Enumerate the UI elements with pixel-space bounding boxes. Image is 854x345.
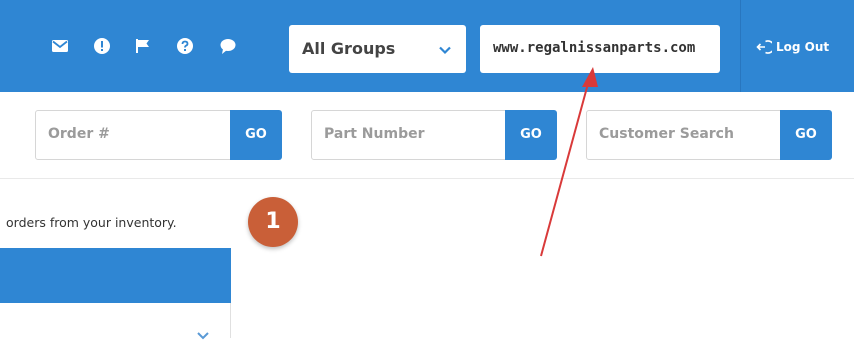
- instruction-text: orders from your inventory.: [6, 215, 177, 230]
- customer-go-button[interactable]: GO: [780, 110, 832, 160]
- group-select-value: All Groups: [302, 39, 396, 58]
- envelope-icon[interactable]: [51, 37, 69, 55]
- step-badge: 1: [248, 197, 298, 247]
- alert-icon[interactable]: [93, 37, 111, 55]
- group-select[interactable]: All Groups: [289, 25, 466, 73]
- part-go-button[interactable]: GO: [505, 110, 557, 160]
- chevron-down-icon: [438, 42, 452, 56]
- site-url-value: www.regalnissanparts.com: [493, 40, 696, 56]
- chevron-down-icon: [196, 326, 210, 340]
- chat-bubble-icon[interactable]: [219, 37, 237, 55]
- part-number-input[interactable]: Part Number: [311, 110, 508, 160]
- search-row-divider: [0, 178, 854, 179]
- order-go-button[interactable]: GO: [230, 110, 282, 160]
- logout-label: Log Out: [776, 40, 830, 54]
- header-divider: [740, 0, 741, 92]
- customer-search-input[interactable]: Customer Search: [586, 110, 783, 160]
- logout-icon: [756, 40, 772, 54]
- site-url-field[interactable]: www.regalnissanparts.com: [480, 25, 720, 73]
- panel-header-bar: [0, 248, 231, 303]
- top-nav-bar: All Groups www.regalnissanparts.com Log …: [0, 0, 854, 92]
- flag-icon[interactable]: [134, 37, 152, 55]
- part-number-placeholder: Part Number: [324, 126, 425, 142]
- help-icon[interactable]: [176, 37, 194, 55]
- order-number-input[interactable]: Order #: [35, 110, 233, 160]
- customer-search-placeholder: Customer Search: [599, 126, 734, 142]
- order-number-placeholder: Order #: [48, 126, 110, 142]
